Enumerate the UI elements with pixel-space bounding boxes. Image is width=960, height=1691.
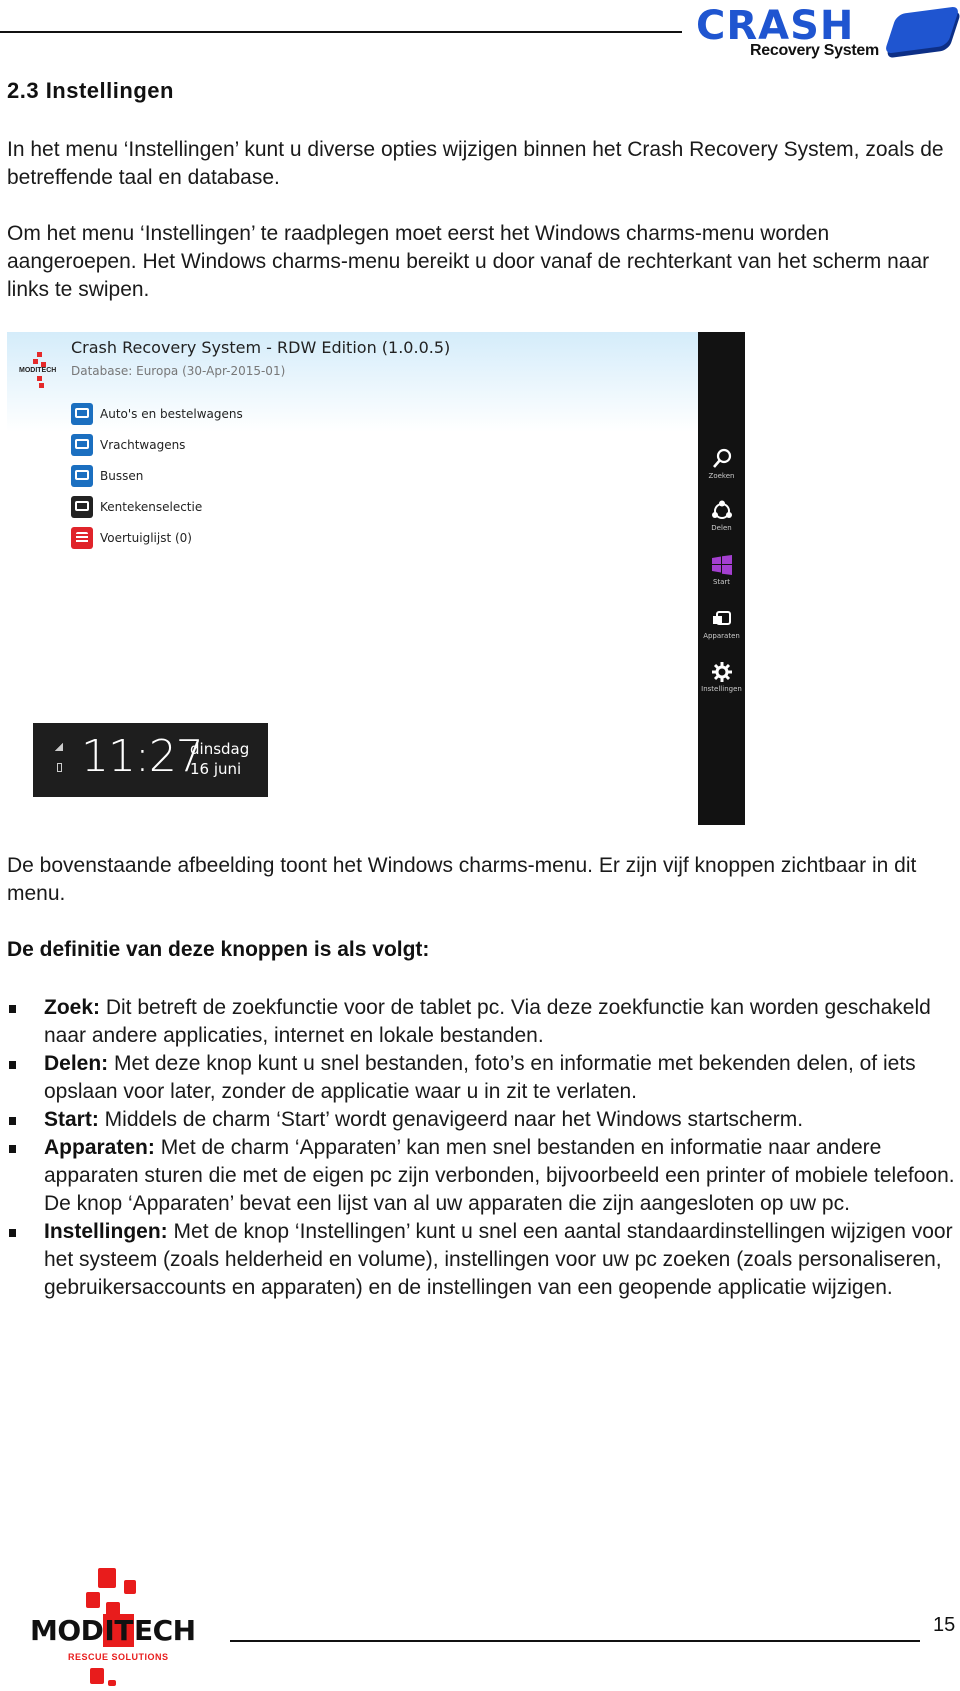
header-rule xyxy=(0,31,682,33)
menu-item-label: Bussen xyxy=(100,468,144,483)
bullet-icon xyxy=(9,1117,16,1125)
charm-search[interactable]: Zoeken xyxy=(698,448,745,480)
database-label: Database: Europa (30-Apr-2015-01) xyxy=(71,364,286,378)
charm-share[interactable]: Delen xyxy=(698,500,745,532)
bullet-icon xyxy=(9,1145,16,1153)
list-item: Delen: Met deze knop kunt u snel bestand… xyxy=(7,1050,957,1106)
license-plate-icon xyxy=(71,495,93,518)
section-heading: 2.3 Instellingen xyxy=(7,78,174,103)
vehicle-menu: Auto's en bestelwagens Vrachtwagens Buss… xyxy=(71,398,243,553)
windows-start-icon xyxy=(711,555,732,575)
bullet-icon xyxy=(9,1061,16,1069)
devices-icon xyxy=(712,611,731,625)
battery-icon xyxy=(57,763,62,772)
bullet-icon xyxy=(9,1229,16,1237)
definition-term: Start: xyxy=(44,1108,99,1131)
logo-box-icon xyxy=(883,6,960,54)
menu-item-vehicle-list[interactable]: Voertuiglijst (0) xyxy=(71,522,243,553)
menu-item-license-selection[interactable]: Kentekenselectie xyxy=(71,491,243,522)
charms-description-paragraph: De bovenstaande afbeelding toont het Win… xyxy=(7,854,917,905)
menu-item-buses[interactable]: Bussen xyxy=(71,460,243,491)
menu-item-label: Vrachtwagens xyxy=(100,437,186,452)
clock-date: dinsdag 16 juni xyxy=(190,739,249,779)
menu-item-label: Kentekenselectie xyxy=(100,499,203,514)
bullet-icon xyxy=(9,1005,16,1013)
charm-devices[interactable]: Apparaten xyxy=(698,608,745,640)
charm-settings[interactable]: Instellingen xyxy=(698,661,745,693)
menu-item-cars[interactable]: Auto's en bestelwagens xyxy=(71,398,243,429)
definitions-heading: De definitie van deze knoppen is als vol… xyxy=(7,938,430,961)
signal-icon xyxy=(55,743,63,751)
list-item: Zoek: Dit betreft de zoekfunctie voor de… xyxy=(7,994,957,1050)
clock-overlay: 11:27 dinsdag 16 juni xyxy=(33,723,268,797)
intro-paragraph: In het menu ‘Instellingen’ kunt u divers… xyxy=(7,138,944,189)
definitions-list: Zoek: Dit betreft de zoekfunctie voor de… xyxy=(7,994,957,1302)
menu-item-trucks[interactable]: Vrachtwagens xyxy=(71,429,243,460)
definition-text: Met de charm ‘Apparaten’ kan men snel be… xyxy=(44,1136,955,1215)
crash-recovery-logo: CRASH Recovery System xyxy=(692,2,960,68)
charms-instruction-paragraph: Om het menu ‘Instellingen’ te raadplegen… xyxy=(7,222,930,301)
definition-term: Zoek: xyxy=(44,996,101,1019)
definition-term: Instellingen: xyxy=(44,1220,168,1243)
definition-text: Dit betreft de zoekfunctie voor de table… xyxy=(44,996,931,1047)
list-item: Apparaten: Met de charm ‘Apparaten’ kan … xyxy=(7,1134,957,1218)
truck-icon xyxy=(71,433,93,456)
app-screenshot: MODITECH Crash Recovery System - RDW Edi… xyxy=(7,332,745,825)
definition-text: Middels de charm ‘Start’ wordt genavigee… xyxy=(98,1108,804,1131)
logo-tagline: RESCUE SOLUTIONS xyxy=(68,1652,169,1662)
definition-text: Met deze knop kunt u snel bestanden, fot… xyxy=(44,1052,916,1103)
list-item: Start: Middels de charm ‘Start’ wordt ge… xyxy=(7,1106,957,1134)
moditech-logo: MODITECH RESCUE SOLUTIONS xyxy=(28,1566,218,1686)
footer-rule xyxy=(230,1640,920,1642)
app-logo: MODITECH xyxy=(19,350,61,390)
definition-term: Apparaten: xyxy=(44,1136,155,1159)
menu-item-label: Auto's en bestelwagens xyxy=(100,406,243,421)
search-icon xyxy=(712,448,731,468)
charms-bar: Zoeken Delen Start Apparaten Instellinge… xyxy=(698,332,745,825)
app-title: Crash Recovery System - RDW Edition (1.0… xyxy=(71,338,451,357)
logo-wordmark: MODITECH xyxy=(30,1614,196,1647)
logo-subtitle: Recovery System xyxy=(750,42,879,59)
menu-item-label: Voertuiglijst (0) xyxy=(100,530,192,545)
clock-weekday: dinsdag xyxy=(190,740,250,758)
car-icon xyxy=(71,402,93,425)
gear-icon xyxy=(711,662,732,682)
list-item: Instellingen: Met de knop ‘Instellingen’… xyxy=(7,1218,957,1302)
page-number: 15 xyxy=(933,1614,956,1636)
share-icon xyxy=(711,500,732,519)
clock-day-month: 16 juni xyxy=(190,760,242,778)
definition-term: Delen: xyxy=(44,1052,109,1075)
definition-text: Met de knop ‘Instellingen’ kunt u snel e… xyxy=(44,1220,953,1299)
charm-start[interactable]: Start xyxy=(698,554,745,586)
bus-icon xyxy=(71,464,93,487)
list-icon xyxy=(71,526,93,549)
clock-time: 11:27 xyxy=(81,731,204,782)
